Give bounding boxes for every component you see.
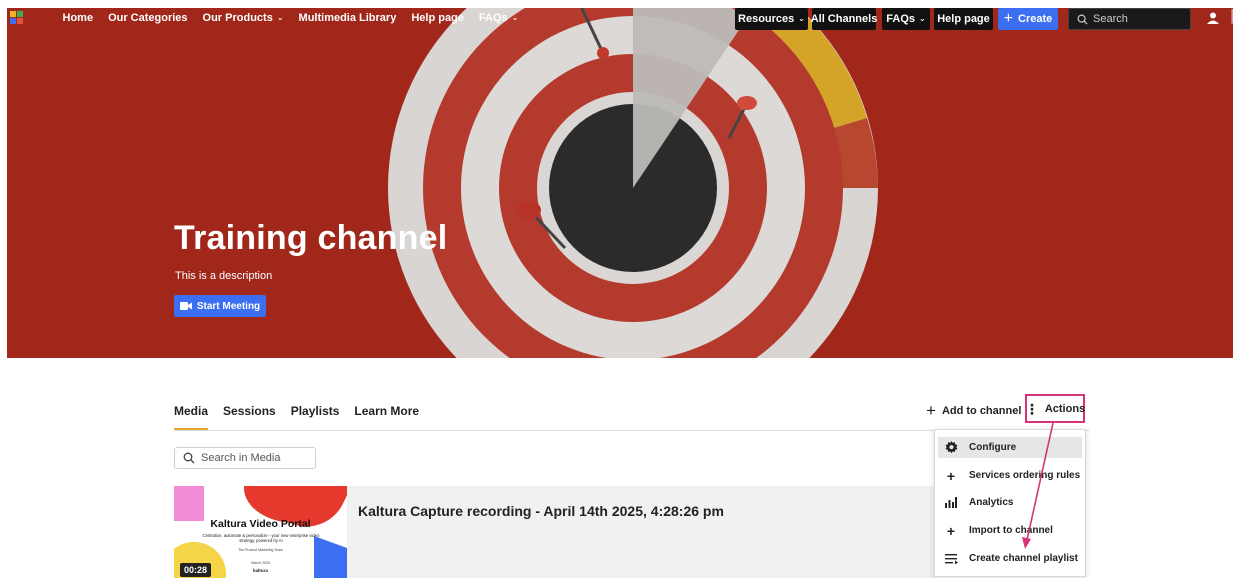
user-icon[interactable]: [1207, 12, 1219, 24]
start-meeting-button[interactable]: Start Meeting: [174, 295, 266, 317]
nav-help-page[interactable]: Help page: [404, 12, 472, 24]
actions-dropdown-menu: Configure + Services ordering rules Anal…: [934, 429, 1086, 577]
video-camera-icon: [179, 302, 192, 310]
chevron-down-icon: ⌄: [276, 12, 284, 22]
plus-icon: +: [946, 467, 956, 484]
faqs-menu-button[interactable]: FAQs ⌄: [882, 8, 930, 30]
tab-learn-more[interactable]: Learn More: [354, 396, 419, 430]
duration-badge: 00:28: [180, 563, 212, 577]
channel-title: Training channel: [174, 219, 448, 257]
search-icon: [183, 452, 195, 464]
top-navigation: Home Our Categories Our Products ⌄ Multim…: [0, 0, 1233, 36]
nav-our-categories[interactable]: Our Categories: [101, 12, 195, 24]
analytics-icon: [944, 497, 958, 508]
menu-item-import-to-channel[interactable]: + Import to channel: [938, 520, 1082, 541]
nav-home[interactable]: Home: [55, 12, 101, 24]
thumbnail-title: Kaltura Video Portal: [210, 518, 311, 530]
thumbnail-subtitle: Centralize, automate & personalize - you…: [202, 533, 320, 543]
resources-menu-button[interactable]: Resources ⌄: [735, 8, 808, 30]
playlist-icon: [944, 553, 958, 564]
media-title-link[interactable]: Kaltura Capture recording - April 14th 2…: [358, 503, 724, 519]
search-icon: [1077, 14, 1088, 25]
channel-description: This is a description: [175, 270, 273, 282]
thumbnail-team: The Product Marketing Team: [238, 548, 283, 552]
nav-our-products[interactable]: Our Products ⌄: [195, 12, 291, 24]
more-icon[interactable]: │: [1229, 9, 1233, 23]
media-thumbnail[interactable]: Kaltura Video Portal Centralize, automat…: [174, 486, 347, 578]
nav-multimedia-library[interactable]: Multimedia Library: [291, 12, 404, 24]
chevron-down-icon: ⌄: [511, 12, 519, 22]
portal-logo-icon[interactable]: [10, 11, 24, 25]
media-list-item[interactable]: Kaltura Video Portal Centralize, automat…: [174, 486, 936, 578]
global-search-input[interactable]: Search: [1068, 8, 1191, 30]
chevron-down-icon: ⌄: [919, 13, 926, 23]
help-page-button[interactable]: Help page: [934, 8, 993, 30]
gear-icon: [944, 441, 958, 454]
kebab-menu-icon: ⋮: [1024, 400, 1039, 417]
chevron-down-icon: ⌄: [798, 13, 805, 23]
menu-item-configure[interactable]: Configure: [938, 437, 1082, 458]
menu-item-services-ordering-rules[interactable]: + Services ordering rules: [938, 465, 1082, 486]
plus-icon: +: [1003, 10, 1014, 27]
tab-sessions[interactable]: Sessions: [223, 396, 276, 430]
plus-icon: +: [946, 522, 956, 539]
add-to-channel-button[interactable]: + Add to channel: [926, 402, 1021, 419]
create-button[interactable]: + Create: [998, 8, 1058, 30]
tab-playlists[interactable]: Playlists: [291, 396, 340, 430]
plus-icon: +: [926, 401, 936, 420]
channel-tabs: Media Sessions Playlists Learn More: [174, 396, 434, 430]
menu-item-create-channel-playlist[interactable]: Create channel playlist: [938, 548, 1082, 569]
menu-item-analytics[interactable]: Analytics: [938, 492, 1082, 513]
all-channels-button[interactable]: All Channels: [811, 8, 877, 30]
nav-faqs[interactable]: FAQs ⌄: [471, 12, 525, 24]
tab-media[interactable]: Media: [174, 396, 209, 430]
primary-nav: Home Our Categories Our Products ⌄ Multim…: [55, 0, 526, 36]
media-search-input[interactable]: Search in Media: [174, 447, 316, 469]
actions-button[interactable]: ⋮ Actions: [1025, 394, 1085, 423]
